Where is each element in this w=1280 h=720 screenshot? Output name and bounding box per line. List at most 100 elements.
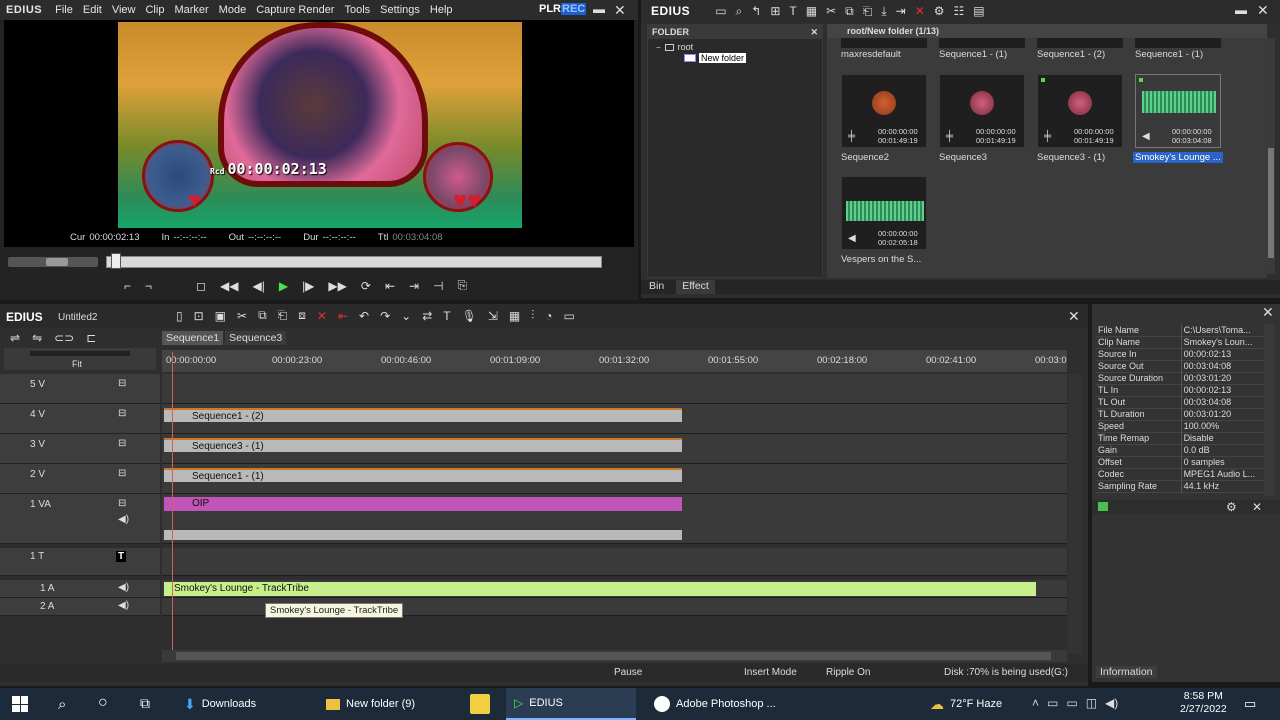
- bin-scroll-thumb[interactable]: [1268, 148, 1274, 258]
- clip-smokeys-lounge[interactable]: Smokey's Lounge - TrackTribe: [164, 582, 1036, 596]
- step-back-icon[interactable]: ◀|: [252, 279, 264, 293]
- track-lock-icon[interactable]: ⊟: [118, 378, 126, 389]
- shuttle-slider[interactable]: [8, 257, 98, 267]
- tab-sequence1[interactable]: Sequence1: [162, 331, 224, 345]
- track-head-3v[interactable]: 3 V ⊟: [0, 434, 160, 464]
- send-icon[interactable]: ⇥: [896, 4, 906, 18]
- lane-1t[interactable]: [162, 548, 1067, 576]
- play-icon[interactable]: ▶: [279, 279, 288, 293]
- taskbar-new-folder[interactable]: New folder (9): [326, 688, 415, 720]
- cortana-icon[interactable]: ○: [98, 694, 108, 712]
- effect-remove-icon[interactable]: ✕: [1252, 500, 1262, 514]
- layout-icon[interactable]: ▭: [564, 309, 575, 323]
- export-icon[interactable]: ⎘: [458, 278, 468, 293]
- lane-4v[interactable]: Sequence1 - (2): [162, 404, 1067, 434]
- zoom-slider[interactable]: [30, 351, 130, 356]
- clock[interactable]: 8:58 PM 2/27/2022: [1180, 690, 1227, 716]
- clip-vespers[interactable]: 00:00:00:00 00:02:05:18 ◀: [841, 176, 927, 250]
- add-clip-icon[interactable]: ⊞: [770, 4, 780, 18]
- folder-pane-close-icon[interactable]: ✕: [810, 25, 818, 39]
- menu-mode[interactable]: Mode: [214, 4, 252, 16]
- render-icon[interactable]: ⇄: [422, 309, 432, 323]
- delete-icon[interactable]: ✕: [317, 309, 327, 323]
- snap-icon[interactable]: ⇋: [32, 331, 42, 345]
- set-out-icon[interactable]: ¬: [145, 279, 152, 293]
- bin-scrollbar[interactable]: [1267, 38, 1275, 274]
- cut-icon[interactable]: ✂: [237, 309, 247, 323]
- taskbar-edius[interactable]: ▷ EDIUS: [506, 688, 636, 720]
- speaker-icon[interactable]: ◀): [118, 582, 129, 593]
- tree-new-folder[interactable]: New folder: [684, 53, 747, 63]
- info-scrollbar[interactable]: [1264, 324, 1274, 496]
- clip-sequence3-1[interactable]: 00:00:00:00 00:01:49:19 ╪: [1037, 74, 1123, 148]
- menu-clip[interactable]: Clip: [140, 4, 169, 16]
- track-lock-icon[interactable]: ⊟: [118, 498, 126, 509]
- hscroll-thumb[interactable]: [176, 652, 1051, 660]
- lane-1a[interactable]: Smokey's Lounge - TrackTribe: [162, 580, 1067, 598]
- close-icon[interactable]: ✕: [614, 2, 626, 19]
- position-handle[interactable]: [111, 253, 121, 269]
- menu-file[interactable]: File: [50, 4, 78, 16]
- new-sequence-icon[interactable]: ▯: [176, 309, 183, 323]
- volume-icon[interactable]: ◀): [1105, 696, 1118, 710]
- tab-effect[interactable]: Effect: [676, 280, 715, 294]
- clip-sequence3-1[interactable]: Sequence3 - (1): [164, 438, 682, 452]
- minimize-icon[interactable]: ▬: [593, 2, 605, 16]
- search-icon[interactable]: ⌕: [736, 4, 743, 19]
- color-bars-icon[interactable]: ▦: [806, 4, 817, 18]
- menu-view[interactable]: View: [107, 4, 141, 16]
- overwrite-to-timeline-icon[interactable]: ⇥: [409, 279, 419, 293]
- clip-sequence1-2[interactable]: Sequence1 - (2): [164, 408, 682, 422]
- timeline-close-icon[interactable]: ✕: [1068, 308, 1080, 325]
- lane-3v[interactable]: Sequence3 - (1): [162, 434, 1067, 464]
- info-tab[interactable]: Information: [1096, 666, 1157, 678]
- save-icon[interactable]: ▣: [215, 309, 226, 323]
- folder-tray-icon[interactable]: ▭: [1047, 696, 1058, 710]
- step-forward-icon[interactable]: |▶: [302, 279, 314, 293]
- bin-close-icon[interactable]: ✕: [1257, 2, 1269, 19]
- taskbar-downloads[interactable]: ⬇ Downloads: [184, 688, 256, 720]
- export-icon[interactable]: ⇲: [488, 309, 498, 323]
- speaker-icon[interactable]: ◀): [118, 600, 129, 611]
- task-view-icon[interactable]: ⧉: [140, 695, 150, 712]
- folder-icon[interactable]: ▭: [715, 4, 726, 18]
- battery-icon[interactable]: ▭: [1066, 696, 1077, 710]
- rewind-icon[interactable]: ◀◀: [220, 279, 238, 293]
- lane-1va[interactable]: OIP: [162, 494, 1067, 544]
- clock-icon[interactable]: ◔: [545, 309, 552, 323]
- paste-icon[interactable]: ⎗: [863, 4, 873, 19]
- open-project-icon[interactable]: ⊡: [194, 309, 204, 323]
- undo-icon[interactable]: ↶: [359, 309, 369, 323]
- title-track-icon[interactable]: T: [116, 551, 127, 562]
- status-insert-mode[interactable]: Insert Mode: [744, 666, 797, 680]
- title-icon[interactable]: T: [789, 4, 796, 18]
- link-icon[interactable]: ⊂⊃: [54, 331, 74, 345]
- track-lock-icon[interactable]: ⊟: [118, 468, 126, 479]
- view-mode-icon[interactable]: ☷: [954, 4, 965, 18]
- clip-oip[interactable]: OIP: [164, 497, 682, 511]
- match-frame-icon[interactable]: ⊣: [433, 279, 443, 293]
- microphone-icon[interactable]: 🎙: [462, 309, 477, 323]
- loop-icon[interactable]: ⟳: [361, 279, 371, 293]
- clip-top-4[interactable]: [1135, 38, 1221, 48]
- speaker-icon[interactable]: ◀): [118, 514, 129, 525]
- marker-icon[interactable]: ⌄: [401, 309, 411, 323]
- effect-settings-icon[interactable]: ⚙: [1226, 500, 1237, 514]
- track-head-2v[interactable]: 2 V ⊟: [0, 464, 160, 494]
- taskbar-photoshop[interactable]: Adobe Photoshop ...: [654, 688, 776, 720]
- effect-enable-icon[interactable]: [1098, 502, 1108, 511]
- taskbar-app-icon[interactable]: [470, 694, 490, 714]
- clip-sequence3[interactable]: 00:00:00:00 00:01:49:19 ╪: [939, 74, 1025, 148]
- weather-widget[interactable]: ☁ 72°F Haze: [930, 688, 1002, 720]
- clip-top-3[interactable]: [1037, 38, 1123, 48]
- set-in-icon[interactable]: ⌐: [124, 279, 131, 293]
- lane-2v[interactable]: Sequence1 - (1): [162, 464, 1067, 494]
- insert-to-timeline-icon[interactable]: ⇤: [385, 279, 395, 293]
- clip-smokeys-lounge[interactable]: 00:00:00:00 00:03:04:08 ◀: [1135, 74, 1221, 148]
- timeline-ruler[interactable]: 00:00:00:00 00:00:23:00 00:00:46:00 00:0…: [162, 350, 1067, 372]
- track-head-1va[interactable]: 1 VA ⊟ ◀): [0, 494, 160, 544]
- sort-icon[interactable]: ▤: [973, 4, 984, 18]
- tab-bin[interactable]: Bin: [649, 280, 664, 294]
- menu-capture-render[interactable]: Capture Render: [251, 4, 339, 16]
- track-lock-icon[interactable]: ⊟: [118, 438, 126, 449]
